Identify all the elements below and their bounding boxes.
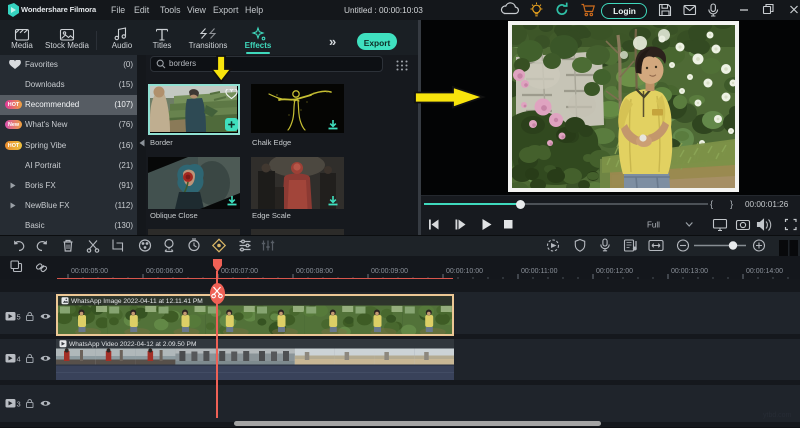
svg-text:00:00:05:00: 00:00:05:00 (71, 268, 108, 275)
svg-text:00:00:07:00: 00:00:07:00 (221, 268, 258, 275)
svg-text:Full: Full (647, 221, 660, 230)
svg-text:00:00:13:00: 00:00:13:00 (671, 268, 708, 275)
svg-text:WhatsApp Video 2022-04-12 at 2: WhatsApp Video 2022-04-12 at 2.09.50 PM (69, 341, 196, 348)
svg-text:00:00:06:00: 00:00:06:00 (146, 268, 183, 275)
svg-text:WhatsApp Image 2022-04-11 at 1: WhatsApp Image 2022-04-11 at 12.11.41 PM (71, 298, 203, 305)
svg-text:00:00:14:00: 00:00:14:00 (746, 268, 783, 275)
svg-text:4: 4 (17, 355, 21, 364)
svg-text:00:00:08:00: 00:00:08:00 (296, 268, 333, 275)
svg-text:00:00:12:00: 00:00:12:00 (596, 268, 633, 275)
svg-text:00:00:11:00: 00:00:11:00 (521, 268, 558, 275)
svg-text:5: 5 (17, 313, 21, 322)
svg-text:00:00:10:00: 00:00:10:00 (446, 268, 483, 275)
svg-text:3: 3 (17, 400, 21, 409)
svg-text:00:00:09:00: 00:00:09:00 (371, 268, 408, 275)
